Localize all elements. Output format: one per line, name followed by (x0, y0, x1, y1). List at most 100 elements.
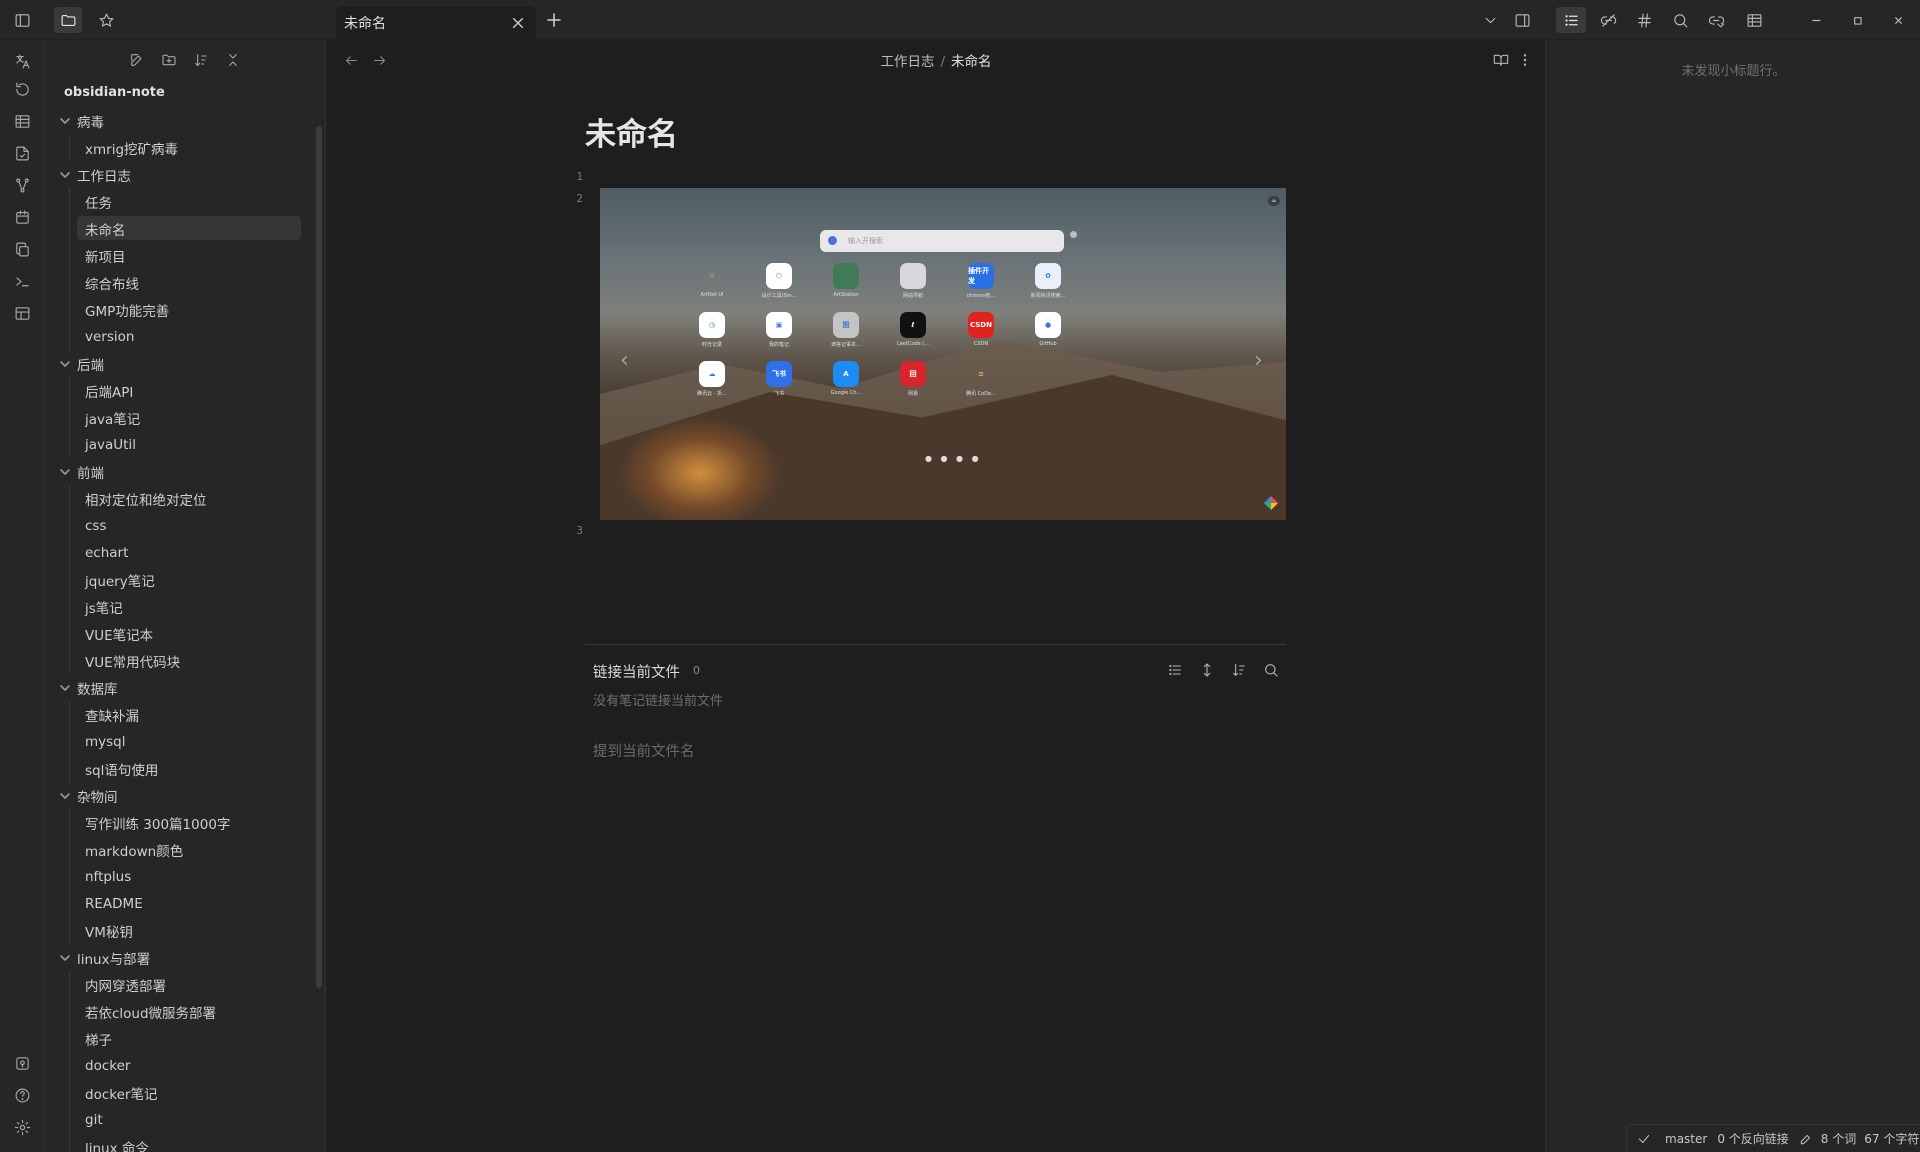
embedded-screenshot-image[interactable]: 输入开搜索 ∞ ‹ › ● ● ● ● ☼ ArtNet UI ⬡ 设计工具(Sm..… (600, 188, 1286, 520)
command-palette-terminal-icon[interactable] (8, 267, 36, 295)
outgoing-links-icon[interactable] (1702, 7, 1730, 33)
tree-file[interactable]: VM秘钥 (44, 917, 325, 944)
tree-indent-guide (69, 485, 70, 674)
chevron-down-icon (59, 952, 71, 964)
reading-view-book-icon[interactable] (1489, 48, 1513, 72)
history-undo-icon[interactable] (8, 75, 36, 103)
tree-folder[interactable]: linux与部署 (44, 944, 325, 971)
tree-file[interactable]: sql语句使用 (44, 755, 325, 782)
embedded-next-arrow-icon: › (1254, 348, 1263, 373)
tree-file[interactable]: 新项目 (44, 242, 325, 269)
edit-pencil-icon[interactable] (1799, 1132, 1813, 1146)
tree-file[interactable]: java笔记 (44, 404, 325, 431)
explorer-scrollbar[interactable] (316, 126, 322, 988)
tree-file[interactable]: 综合布线 (44, 269, 325, 296)
new-tab-plus-icon[interactable] (544, 10, 564, 30)
toggle-left-sidebar-icon[interactable] (8, 7, 36, 33)
expand-collapse-icon[interactable] (1195, 658, 1219, 682)
word-count: 8 个词 (1820, 1132, 1857, 1146)
vault-name[interactable]: obsidian-note (64, 85, 165, 100)
tree-file[interactable]: js笔记 (44, 593, 325, 620)
git-branch[interactable]: master (1665, 1132, 1707, 1146)
help-question-icon[interactable] (8, 1081, 36, 1109)
table-view-icon[interactable] (1740, 7, 1768, 33)
tree-file[interactable]: version (44, 323, 325, 350)
tree-folder[interactable]: 杂物间 (44, 782, 325, 809)
tree-folder[interactable]: 数据库 (44, 674, 325, 701)
backlinks-sort-icon[interactable] (1227, 658, 1251, 682)
tree-file[interactable]: echart (44, 539, 325, 566)
unlinked-mentions-header[interactable]: 提到当前文件名 (593, 740, 695, 761)
tree-file[interactable]: nftplus (44, 863, 325, 890)
search-icon[interactable] (1666, 7, 1694, 33)
sort-order-icon[interactable] (188, 48, 214, 72)
copy-files-icon[interactable] (8, 235, 36, 263)
sync-check-icon[interactable] (1637, 1132, 1651, 1146)
kanban-table-icon[interactable] (8, 107, 36, 135)
embedded-app-icon: ⬡ (766, 263, 792, 289)
backlinks-title[interactable]: 链接当前文件 (593, 661, 680, 682)
backlinks-list-icon[interactable] (1163, 658, 1187, 682)
tree-folder[interactable]: 前端 (44, 458, 325, 485)
tree-file[interactable]: VUE笔记本 (44, 620, 325, 647)
tree-item-label: 查缺补漏 (85, 708, 139, 725)
tree-file[interactable]: mysql (44, 728, 325, 755)
note-title[interactable]: 未命名 (585, 109, 678, 154)
tab-active-note[interactable]: 未命名 (336, 6, 536, 40)
new-folder-icon[interactable] (156, 48, 182, 72)
tree-file-active[interactable]: 未命名 (44, 215, 325, 242)
vault-switcher-icon[interactable] (8, 1049, 36, 1077)
tree-file[interactable]: 查缺补漏 (44, 701, 325, 728)
tags-hash-icon[interactable] (1630, 7, 1658, 33)
close-window-icon[interactable] (1884, 7, 1912, 33)
close-tab-icon[interactable] (508, 13, 528, 33)
calendar-icon[interactable] (8, 203, 36, 231)
tree-file[interactable]: 内网穿透部署 (44, 971, 325, 998)
backlinks-tab-icon[interactable] (1594, 7, 1622, 33)
tree-file[interactable]: jquery笔记 (44, 566, 325, 593)
tree-file[interactable]: GMP功能完善 (44, 296, 325, 323)
tree-file[interactable]: javaUtil (44, 431, 325, 458)
open-file-icon[interactable] (8, 139, 36, 167)
line-number: 1 (576, 170, 583, 183)
tree-file[interactable]: VUE常用代码块 (44, 647, 325, 674)
breadcrumb-file[interactable]: 未命名 (951, 54, 992, 70)
tree-file[interactable]: 后端API (44, 377, 325, 404)
templates-icon[interactable] (8, 299, 36, 327)
title-bar: 未命名 (0, 0, 1920, 40)
minimize-icon[interactable] (1802, 7, 1830, 33)
tree-file[interactable]: 任务 (44, 188, 325, 215)
collapse-all-icon[interactable] (220, 48, 246, 72)
embedded-app-icon: ◷ (699, 312, 725, 338)
tree-file[interactable]: README (44, 890, 325, 917)
tree-file[interactable]: markdown颜色 (44, 836, 325, 863)
tree-file[interactable]: linux 命令 (44, 1133, 325, 1152)
maximize-icon[interactable] (1843, 7, 1871, 33)
tree-file[interactable]: 相对定位和绝对定位 (44, 485, 325, 512)
tab-list-chevron-down-icon[interactable] (1476, 7, 1504, 33)
tree-file[interactable]: 若依cloud微服务部署 (44, 998, 325, 1025)
backlinks-search-icon[interactable] (1259, 658, 1283, 682)
backlink-count[interactable]: 0 个反向链接 (1717, 1130, 1788, 1147)
settings-gear-icon[interactable] (8, 1113, 36, 1141)
tree-file[interactable]: 梯子 (44, 1025, 325, 1052)
tree-file[interactable]: css (44, 512, 325, 539)
outline-tab-icon[interactable] (1556, 7, 1586, 33)
bookmarks-tab-icon[interactable] (92, 7, 120, 33)
tree-file[interactable]: xmrig挖矿病毒 (44, 134, 325, 161)
graph-view-icon[interactable] (8, 171, 36, 199)
more-options-icon[interactable] (1513, 48, 1537, 72)
tree-file[interactable]: git (44, 1106, 325, 1133)
tree-file[interactable]: docker (44, 1052, 325, 1079)
toggle-right-sidebar-icon[interactable] (1508, 7, 1536, 33)
tree-file[interactable]: 写作训练 300篇1000字 (44, 809, 325, 836)
embedded-app-label: CSDN (973, 341, 989, 347)
file-explorer-tab-icon[interactable] (54, 7, 82, 33)
breadcrumb-folder[interactable]: 工作日志 (880, 54, 934, 70)
tree-folder[interactable]: 工作日志 (44, 161, 325, 188)
new-note-icon[interactable] (124, 48, 150, 72)
tree-folder[interactable]: 后端 (44, 350, 325, 377)
translate-icon[interactable] (8, 47, 36, 75)
tree-file[interactable]: docker笔记 (44, 1079, 325, 1106)
tree-folder[interactable]: 病毒 (44, 107, 325, 134)
